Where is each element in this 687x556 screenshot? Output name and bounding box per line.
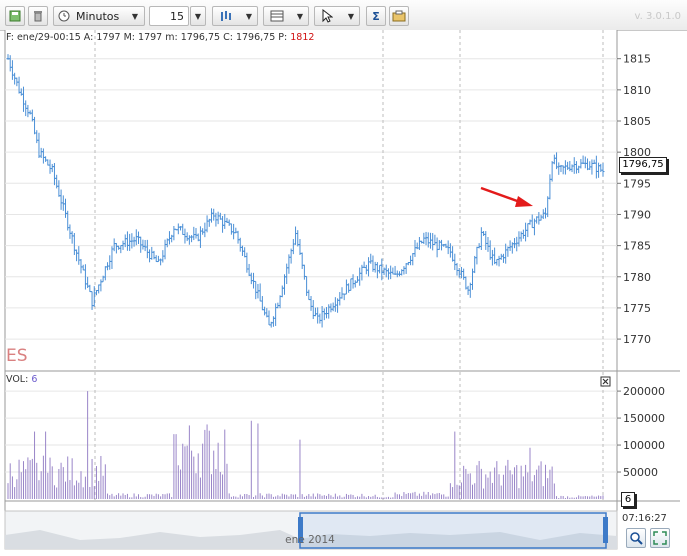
chart-background — [5, 30, 617, 540]
trash-icon — [34, 11, 42, 22]
volume-tick-label: 200000 — [623, 385, 665, 398]
price-tick-label: 1780 — [623, 271, 651, 284]
cursor-icon — [322, 9, 333, 23]
studies-select[interactable]: ▼ — [263, 6, 309, 26]
price-tick-label: 1815 — [623, 53, 651, 66]
price-tick-label: 1805 — [623, 115, 651, 128]
volume-tick-label: 100000 — [623, 439, 665, 452]
close-volume-button[interactable] — [600, 376, 611, 387]
clock-icon — [58, 10, 70, 22]
chevron-down-icon: ▼ — [347, 11, 354, 21]
sigma-button[interactable]: Σ — [366, 6, 386, 26]
last-price-label: 1796,75 — [619, 157, 667, 173]
chevron-down-icon: ▼ — [296, 11, 303, 21]
toolbar: Minutos ▼ 15 ▼ ▼ ▼ ▼ Σ v. 3.0.1.0 — [0, 0, 687, 31]
volume-info: VOL: 6 — [6, 374, 37, 385]
volume-tick-label: 150000 — [623, 412, 665, 425]
price-tick-label: 1785 — [623, 240, 651, 253]
chevron-down-icon: ▼ — [194, 11, 202, 21]
fit-button[interactable] — [650, 528, 670, 548]
zoom-button[interactable] — [626, 528, 646, 548]
chart-type-select[interactable]: ▼ — [212, 6, 258, 26]
export-icon — [392, 10, 406, 22]
delete-button[interactable] — [28, 6, 48, 26]
period-value: 15 — [170, 9, 184, 23]
chevron-down-icon: ▼ — [245, 11, 252, 21]
price-tick-label: 1795 — [623, 177, 651, 190]
price-axis: 1770177517801785179017951800180518101815 — [617, 53, 651, 346]
version-label: v. 3.0.1.0 — [634, 11, 681, 22]
save-button[interactable] — [5, 6, 25, 26]
timeframe-label: Minutos — [76, 9, 120, 23]
price-tick-label: 1770 — [623, 333, 651, 346]
ohlc-info: F: ene/29-00:15 A: 1797 M: 1797 m: 1796,… — [6, 32, 314, 43]
timeframe-select[interactable]: Minutos ▼ — [53, 6, 145, 26]
fit-icon — [653, 531, 667, 545]
price-tick-label: 1810 — [623, 84, 651, 97]
zoom-icon — [630, 532, 643, 545]
chevron-down-icon: ▼ — [131, 11, 138, 21]
save-icon — [9, 10, 21, 22]
period-input[interactable]: 15 — [149, 6, 189, 26]
clock-label: 07:16:27 — [622, 513, 667, 524]
volume-axis: 50000 100000 150000 200000 — [617, 385, 665, 479]
table-icon — [270, 10, 284, 22]
price-tick-label: 1790 — [623, 208, 651, 221]
date-label: ene 2014 — [285, 534, 335, 546]
sigma-icon: Σ — [372, 9, 380, 23]
chart-area[interactable]: 1770177517801785179017951800180518101815… — [0, 30, 687, 556]
symbol-label: ES — [6, 346, 28, 366]
navigator-window[interactable] — [299, 512, 607, 549]
bar-chart-icon — [221, 11, 231, 21]
navigator-handle-right[interactable] — [603, 517, 608, 543]
export-button[interactable] — [389, 6, 409, 26]
volume-tick-label: 50000 — [623, 466, 658, 479]
period-dropdown[interactable]: ▼ — [190, 6, 206, 26]
navigator[interactable]: ene 2014 — [4, 510, 618, 550]
last-volume-label: 6 — [621, 492, 635, 507]
price-tick-label: 1775 — [623, 302, 651, 315]
cursor-select[interactable]: ▼ — [314, 6, 360, 26]
